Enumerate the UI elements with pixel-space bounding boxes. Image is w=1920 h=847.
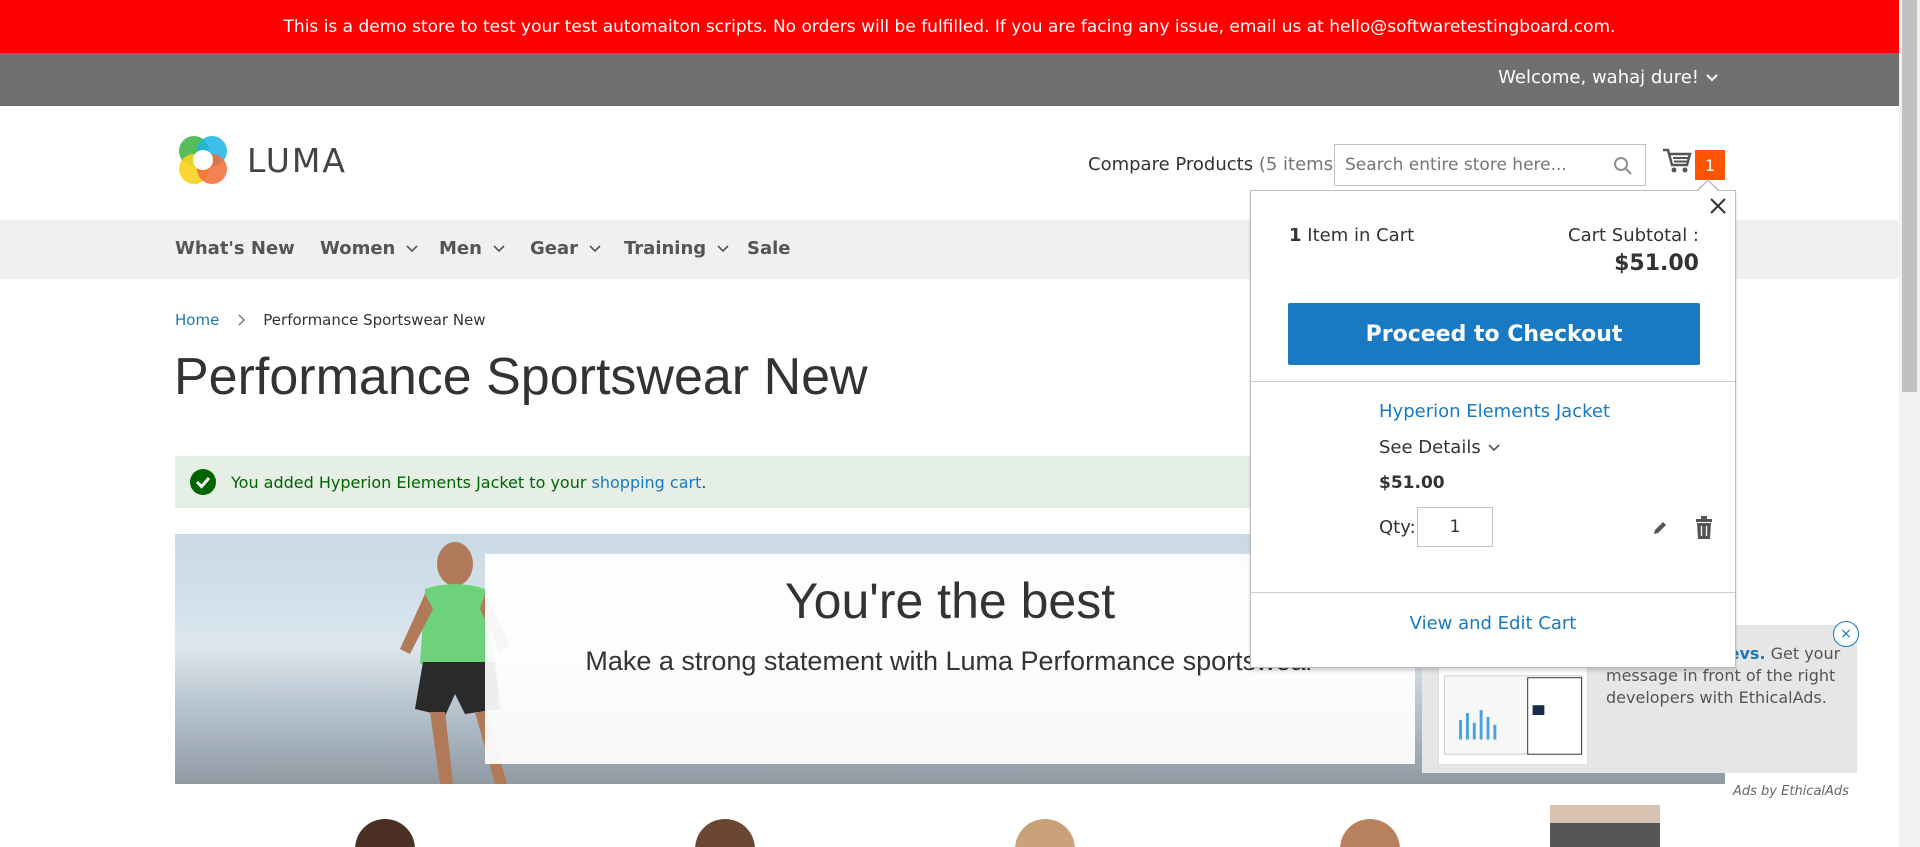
item-count-label: Item in Cart [1307, 225, 1415, 246]
nav-item-women[interactable]: Women [320, 238, 419, 259]
cart-item-name[interactable]: Hyperion Elements Jacket [1379, 401, 1610, 422]
chevron-right-icon [238, 314, 246, 326]
product-image[interactable] [1270, 805, 1470, 847]
qty-label: Qty: [1379, 517, 1416, 538]
product-image[interactable] [945, 805, 1145, 847]
nav-item-training[interactable]: Training [624, 238, 730, 259]
subtotal-label: Cart Subtotal : [1568, 225, 1699, 246]
account-bar: Welcome, wahaj dure! [0, 53, 1899, 106]
proceed-to-checkout-button[interactable]: Proceed to Checkout [1288, 303, 1700, 365]
breadcrumb-home-link[interactable]: Home [175, 311, 219, 329]
scrollbar-thumb[interactable] [1902, 0, 1917, 392]
welcome-text: Welcome, wahaj dure! [1498, 67, 1699, 88]
nav-item-whats-new[interactable]: What's New [175, 238, 295, 259]
luma-logo-icon [179, 136, 227, 184]
chevron-down-icon [1488, 443, 1500, 451]
minicart-arrow-inner [1698, 181, 1718, 191]
divider [1251, 381, 1735, 382]
qty-input[interactable] [1417, 507, 1493, 547]
minicart-item-count: 1 Item in Cart [1289, 225, 1414, 246]
ad-image [1438, 665, 1588, 765]
chevron-down-icon [406, 244, 418, 252]
message-suffix: . [701, 472, 707, 492]
pencil-icon[interactable] [1651, 519, 1669, 537]
item-count-number: 1 [1289, 225, 1302, 246]
breadcrumb-current: Performance Sportswear New [263, 311, 486, 329]
message-text: You added Hyperion Elements Jacket to yo… [231, 473, 706, 492]
logo[interactable]: LUMA [175, 132, 347, 188]
product-image[interactable] [285, 805, 485, 847]
see-details-label: See Details [1379, 437, 1481, 458]
search-icon[interactable] [1613, 156, 1633, 176]
chevron-down-icon [717, 244, 729, 252]
nav-label: Sale [747, 238, 791, 259]
nav-label: Women [320, 238, 396, 259]
page-title: Performance Sportswear New [174, 348, 868, 406]
compare-products-link[interactable]: Compare Products (5 items) [1088, 154, 1340, 175]
cart-count-badge[interactable]: 1 [1695, 150, 1725, 180]
nav-label: Men [439, 238, 482, 259]
account-menu[interactable]: Welcome, wahaj dure! [1498, 67, 1719, 88]
trash-icon[interactable] [1694, 516, 1714, 540]
divider [1251, 592, 1735, 593]
product-grid [175, 805, 1725, 847]
search-box [1334, 144, 1646, 186]
nav-item-gear[interactable]: Gear [530, 238, 602, 259]
nav-label: Gear [530, 238, 579, 259]
product-image[interactable] [1505, 805, 1705, 847]
close-icon[interactable] [1707, 195, 1729, 217]
see-details-toggle[interactable]: See Details [1379, 437, 1501, 458]
nav-item-men[interactable]: Men [439, 238, 506, 259]
nav-label: Training [624, 238, 707, 259]
cart-icon[interactable] [1662, 147, 1692, 175]
ad-close-button[interactable]: × [1833, 621, 1859, 647]
page: This is a demo store to test your test a… [0, 0, 1920, 847]
shopping-cart-link[interactable]: shopping cart [592, 473, 702, 492]
logo-text: LUMA [247, 140, 347, 180]
demo-notice-text: This is a demo store to test your test a… [283, 16, 1616, 37]
breadcrumb: Home Performance Sportswear New [175, 311, 486, 329]
chevron-down-icon [589, 244, 601, 252]
ads-by-link[interactable]: Ads by EthicalAds [1733, 784, 1849, 799]
product-image[interactable] [625, 805, 825, 847]
nav-item-sale[interactable]: Sale [747, 238, 791, 259]
success-message: You added Hyperion Elements Jacket to yo… [175, 456, 1325, 508]
demo-notice-bar: This is a demo store to test your test a… [0, 0, 1899, 53]
message-prefix: You added Hyperion Elements Jacket to yo… [231, 472, 587, 492]
compare-label: Compare Products [1088, 154, 1254, 175]
check-icon [190, 469, 216, 495]
view-and-edit-cart-link[interactable]: View and Edit Cart [1251, 613, 1735, 634]
cart-item-price: $51.00 [1379, 473, 1445, 493]
minicart-dropdown: 1 Item in Cart Cart Subtotal : $51.00 Pr… [1250, 190, 1736, 668]
chevron-down-icon [493, 244, 505, 252]
chevron-down-icon [1706, 73, 1718, 81]
compare-count: (5 items) [1258, 154, 1341, 175]
nav-label: What's New [175, 238, 295, 259]
search-input[interactable] [1335, 145, 1605, 185]
subtotal-value: $51.00 [1614, 251, 1699, 276]
